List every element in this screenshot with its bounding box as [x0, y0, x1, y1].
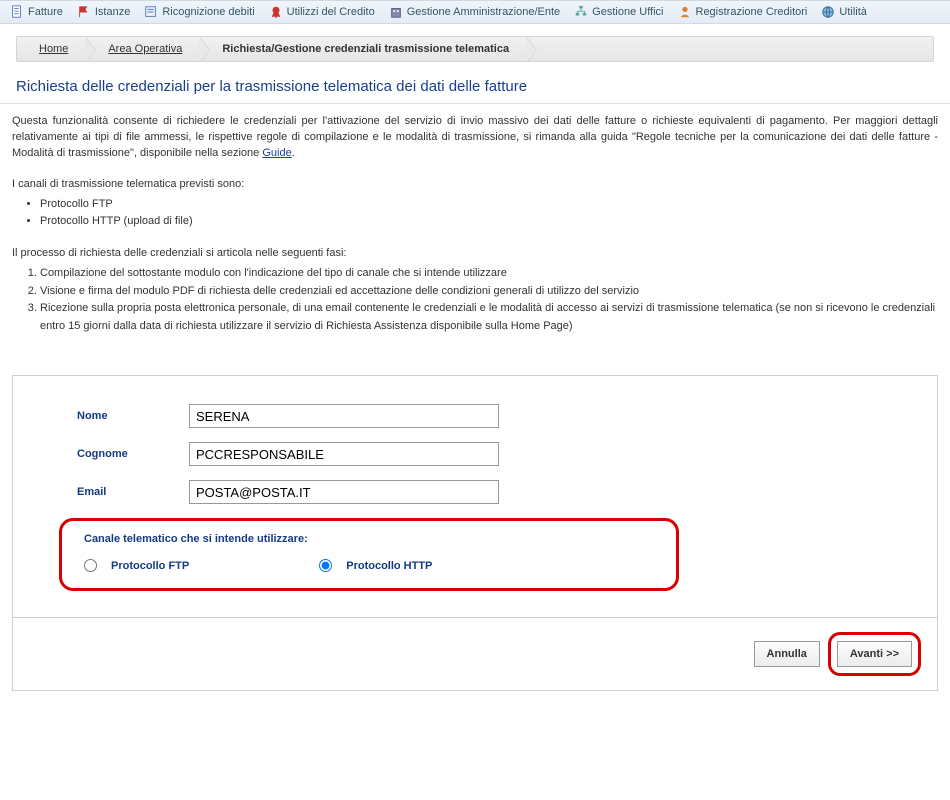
- menu-label: Registrazione Creditori: [696, 6, 808, 18]
- menu-registrazione-creditori[interactable]: Registrazione Creditori: [678, 5, 808, 19]
- flag-icon: [77, 5, 91, 19]
- divider: [0, 103, 950, 104]
- process-intro: Il processo di richiesta delle credenzia…: [0, 241, 950, 263]
- radio-http-label: Protocollo HTTP: [346, 560, 432, 572]
- process-step: Visione e firma del modulo PDF di richie…: [40, 283, 938, 301]
- guide-link[interactable]: Guide: [262, 147, 291, 159]
- globe-icon: [821, 5, 835, 19]
- menu-istanze[interactable]: Istanze: [77, 5, 130, 19]
- building-icon: [389, 5, 403, 19]
- menu-label: Gestione Uffici: [592, 6, 663, 18]
- channel-choice-highlight: Canale telematico che si intende utilizz…: [59, 518, 679, 591]
- next-button-highlight: Avanti >>: [828, 632, 921, 676]
- crumb-label: Home: [39, 43, 68, 55]
- menu-label: Istanze: [95, 6, 130, 18]
- crumb-label: Richiesta/Gestione credenziali trasmissi…: [222, 43, 509, 55]
- breadcrumb: Home Area Operativa Richiesta/Gestione c…: [16, 36, 934, 62]
- breadcrumb-home[interactable]: Home: [17, 37, 86, 61]
- cancel-button[interactable]: Annulla: [754, 641, 820, 667]
- breadcrumb-area-operativa[interactable]: Area Operativa: [86, 37, 200, 61]
- radio-ftp[interactable]: [84, 559, 97, 572]
- next-button[interactable]: Avanti >>: [837, 641, 912, 667]
- nome-field[interactable]: [189, 404, 499, 428]
- menu-label: Fatture: [28, 6, 63, 18]
- radio-ftp-option[interactable]: Protocollo FTP: [84, 559, 189, 572]
- process-step: Compilazione del sottostante modulo con …: [40, 265, 938, 283]
- channels-intro: I canali di trasmissione telematica prev…: [0, 172, 950, 194]
- menu-gestione-amministrazione[interactable]: Gestione Amministrazione/Ente: [389, 5, 560, 19]
- menu-label: Utilizzi del Credito: [287, 6, 375, 18]
- cognome-label: Cognome: [29, 448, 189, 460]
- top-menu: Fatture Istanze Ricognizione debiti Util…: [0, 0, 950, 24]
- ribbon-icon: [269, 5, 283, 19]
- credentials-form: Nome Cognome Email Canale telematico che…: [12, 375, 938, 691]
- channel-title: Canale telematico che si intende utilizz…: [78, 533, 660, 545]
- channels-list: Protocollo FTP Protocollo HTTP (upload d…: [0, 194, 950, 241]
- org-icon: [574, 5, 588, 19]
- email-field[interactable]: [189, 480, 499, 504]
- page-icon: [144, 5, 158, 19]
- page-title: Richiesta delle credenziali per la trasm…: [0, 66, 950, 103]
- channel-item: Protocollo HTTP (upload di file): [40, 213, 938, 231]
- process-step: Ricezione sulla propria posta elettronic…: [40, 300, 938, 335]
- menu-fatture[interactable]: Fatture: [10, 5, 63, 19]
- nome-label: Nome: [29, 410, 189, 422]
- form-footer: Annulla Avanti >>: [13, 617, 937, 690]
- menu-utilita[interactable]: Utilità: [821, 5, 867, 19]
- channel-item: Protocollo FTP: [40, 196, 938, 214]
- crumb-label: Area Operativa: [108, 43, 182, 55]
- cognome-field[interactable]: [189, 442, 499, 466]
- menu-label: Gestione Amministrazione/Ente: [407, 6, 560, 18]
- process-steps: Compilazione del sottostante modulo con …: [0, 263, 950, 345]
- breadcrumb-current: Richiesta/Gestione credenziali trasmissi…: [200, 37, 527, 61]
- menu-label: Utilità: [839, 6, 867, 18]
- email-label: Email: [29, 486, 189, 498]
- radio-http[interactable]: [319, 559, 332, 572]
- desc-text: Questa funzionalità consente di richiede…: [12, 115, 938, 159]
- user-icon: [678, 5, 692, 19]
- menu-gestione-uffici[interactable]: Gestione Uffici: [574, 5, 663, 19]
- radio-ftp-label: Protocollo FTP: [111, 560, 189, 572]
- doc-icon: [10, 5, 24, 19]
- menu-ricognizione-debiti[interactable]: Ricognizione debiti: [144, 5, 254, 19]
- radio-http-option[interactable]: Protocollo HTTP: [319, 559, 432, 572]
- menu-utilizzi-credito[interactable]: Utilizzi del Credito: [269, 5, 375, 19]
- page-description: Questa funzionalità consente di richiede…: [0, 114, 950, 172]
- menu-label: Ricognizione debiti: [162, 6, 254, 18]
